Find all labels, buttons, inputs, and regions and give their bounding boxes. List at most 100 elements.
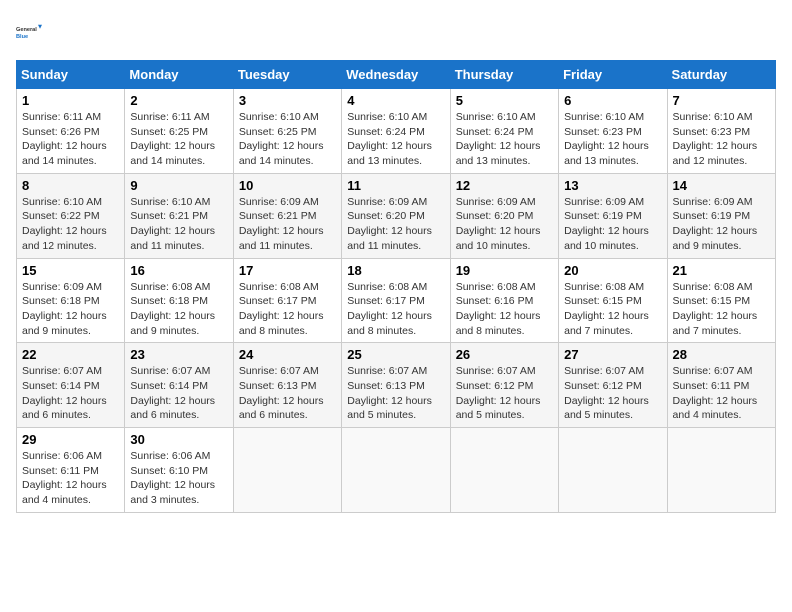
day-info: Sunrise: 6:07 AMSunset: 6:13 PMDaylight:…	[347, 364, 444, 423]
day-info: Sunrise: 6:09 AMSunset: 6:20 PMDaylight:…	[456, 195, 553, 254]
day-info: Sunrise: 6:07 AMSunset: 6:13 PMDaylight:…	[239, 364, 336, 423]
calendar-cell: 23 Sunrise: 6:07 AMSunset: 6:14 PMDayligh…	[125, 343, 233, 428]
day-info: Sunrise: 6:08 AMSunset: 6:15 PMDaylight:…	[673, 280, 770, 339]
day-info: Sunrise: 6:09 AMSunset: 6:19 PMDaylight:…	[564, 195, 661, 254]
day-info: Sunrise: 6:08 AMSunset: 6:18 PMDaylight:…	[130, 280, 227, 339]
day-info: Sunrise: 6:10 AMSunset: 6:24 PMDaylight:…	[456, 110, 553, 169]
day-number: 15	[22, 263, 119, 278]
calendar-cell	[559, 428, 667, 513]
calendar-cell	[450, 428, 558, 513]
col-header-friday: Friday	[559, 61, 667, 89]
day-info: Sunrise: 6:09 AMSunset: 6:19 PMDaylight:…	[673, 195, 770, 254]
day-info: Sunrise: 6:09 AMSunset: 6:20 PMDaylight:…	[347, 195, 444, 254]
day-number: 26	[456, 347, 553, 362]
logo: GeneralBlue	[16, 16, 48, 48]
day-number: 17	[239, 263, 336, 278]
day-info: Sunrise: 6:08 AMSunset: 6:17 PMDaylight:…	[239, 280, 336, 339]
calendar-cell: 27 Sunrise: 6:07 AMSunset: 6:12 PMDayligh…	[559, 343, 667, 428]
day-number: 13	[564, 178, 661, 193]
calendar-cell: 11 Sunrise: 6:09 AMSunset: 6:20 PMDayligh…	[342, 173, 450, 258]
day-info: Sunrise: 6:07 AMSunset: 6:11 PMDaylight:…	[673, 364, 770, 423]
col-header-sunday: Sunday	[17, 61, 125, 89]
day-info: Sunrise: 6:07 AMSunset: 6:14 PMDaylight:…	[22, 364, 119, 423]
calendar-cell: 5 Sunrise: 6:10 AMSunset: 6:24 PMDaylight…	[450, 89, 558, 174]
calendar-cell: 24 Sunrise: 6:07 AMSunset: 6:13 PMDayligh…	[233, 343, 341, 428]
calendar-cell: 8 Sunrise: 6:10 AMSunset: 6:22 PMDaylight…	[17, 173, 125, 258]
day-number: 25	[347, 347, 444, 362]
day-info: Sunrise: 6:08 AMSunset: 6:16 PMDaylight:…	[456, 280, 553, 339]
day-number: 22	[22, 347, 119, 362]
day-number: 16	[130, 263, 227, 278]
calendar-cell: 18Sunrise: 6:08 AMSunset: 6:17 PMDayligh…	[342, 258, 450, 343]
day-number: 24	[239, 347, 336, 362]
day-number: 2	[130, 93, 227, 108]
calendar-cell: 21 Sunrise: 6:08 AMSunset: 6:15 PMDayligh…	[667, 258, 775, 343]
day-info: Sunrise: 6:10 AMSunset: 6:21 PMDaylight:…	[130, 195, 227, 254]
day-number: 28	[673, 347, 770, 362]
day-number: 8	[22, 178, 119, 193]
day-number: 3	[239, 93, 336, 108]
day-info: Sunrise: 6:10 AMSunset: 6:25 PMDaylight:…	[239, 110, 336, 169]
calendar-cell: 13 Sunrise: 6:09 AMSunset: 6:19 PMDayligh…	[559, 173, 667, 258]
calendar-cell	[342, 428, 450, 513]
calendar-cell: 10Sunrise: 6:09 AMSunset: 6:21 PMDayligh…	[233, 173, 341, 258]
day-info: Sunrise: 6:07 AMSunset: 6:12 PMDaylight:…	[564, 364, 661, 423]
svg-text:General: General	[16, 27, 37, 33]
day-number: 21	[673, 263, 770, 278]
calendar-week-5: 29Sunrise: 6:06 AMSunset: 6:11 PMDayligh…	[17, 428, 776, 513]
calendar-cell: 28 Sunrise: 6:07 AMSunset: 6:11 PMDayligh…	[667, 343, 775, 428]
day-info: Sunrise: 6:06 AMSunset: 6:11 PMDaylight:…	[22, 449, 119, 508]
day-number: 10	[239, 178, 336, 193]
calendar-cell: 7 Sunrise: 6:10 AMSunset: 6:23 PMDaylight…	[667, 89, 775, 174]
day-number: 1	[22, 93, 119, 108]
day-number: 23	[130, 347, 227, 362]
calendar-week-1: 1 Sunrise: 6:11 AMSunset: 6:26 PMDaylight…	[17, 89, 776, 174]
day-number: 9	[130, 178, 227, 193]
day-info: Sunrise: 6:10 AMSunset: 6:24 PMDaylight:…	[347, 110, 444, 169]
calendar-cell: 4Sunrise: 6:10 AMSunset: 6:24 PMDaylight…	[342, 89, 450, 174]
day-info: Sunrise: 6:09 AMSunset: 6:18 PMDaylight:…	[22, 280, 119, 339]
day-info: Sunrise: 6:10 AMSunset: 6:22 PMDaylight:…	[22, 195, 119, 254]
calendar-cell: 15 Sunrise: 6:09 AMSunset: 6:18 PMDayligh…	[17, 258, 125, 343]
calendar-table: SundayMondayTuesdayWednesdayThursdayFrid…	[16, 60, 776, 513]
col-header-tuesday: Tuesday	[233, 61, 341, 89]
calendar-cell: 2 Sunrise: 6:11 AMSunset: 6:25 PMDaylight…	[125, 89, 233, 174]
calendar-cell: 9 Sunrise: 6:10 AMSunset: 6:21 PMDaylight…	[125, 173, 233, 258]
calendar-cell: 1 Sunrise: 6:11 AMSunset: 6:26 PMDaylight…	[17, 89, 125, 174]
day-info: Sunrise: 6:10 AMSunset: 6:23 PMDaylight:…	[673, 110, 770, 169]
calendar-cell: 25 Sunrise: 6:07 AMSunset: 6:13 PMDayligh…	[342, 343, 450, 428]
calendar-cell: 3 Sunrise: 6:10 AMSunset: 6:25 PMDaylight…	[233, 89, 341, 174]
day-number: 5	[456, 93, 553, 108]
calendar-cell: 6Sunrise: 6:10 AMSunset: 6:23 PMDaylight…	[559, 89, 667, 174]
day-number: 7	[673, 93, 770, 108]
day-number: 11	[347, 178, 444, 193]
day-number: 14	[673, 178, 770, 193]
calendar-cell: 14 Sunrise: 6:09 AMSunset: 6:19 PMDayligh…	[667, 173, 775, 258]
day-info: Sunrise: 6:10 AMSunset: 6:23 PMDaylight:…	[564, 110, 661, 169]
day-number: 18	[347, 263, 444, 278]
calendar-cell: 19Sunrise: 6:08 AMSunset: 6:16 PMDayligh…	[450, 258, 558, 343]
page-header: GeneralBlue	[16, 16, 776, 48]
day-number: 27	[564, 347, 661, 362]
day-info: Sunrise: 6:11 AMSunset: 6:25 PMDaylight:…	[130, 110, 227, 169]
day-info: Sunrise: 6:08 AMSunset: 6:15 PMDaylight:…	[564, 280, 661, 339]
col-header-saturday: Saturday	[667, 61, 775, 89]
calendar-cell: 17 Sunrise: 6:08 AMSunset: 6:17 PMDayligh…	[233, 258, 341, 343]
calendar-cell: 22 Sunrise: 6:07 AMSunset: 6:14 PMDayligh…	[17, 343, 125, 428]
day-info: Sunrise: 6:07 AMSunset: 6:14 PMDaylight:…	[130, 364, 227, 423]
day-info: Sunrise: 6:06 AMSunset: 6:10 PMDaylight:…	[130, 449, 227, 508]
calendar-week-2: 8 Sunrise: 6:10 AMSunset: 6:22 PMDaylight…	[17, 173, 776, 258]
day-number: 20	[564, 263, 661, 278]
calendar-header: SundayMondayTuesdayWednesdayThursdayFrid…	[17, 61, 776, 89]
day-number: 12	[456, 178, 553, 193]
logo-icon: GeneralBlue	[16, 16, 48, 48]
col-header-thursday: Thursday	[450, 61, 558, 89]
day-info: Sunrise: 6:11 AMSunset: 6:26 PMDaylight:…	[22, 110, 119, 169]
svg-text:Blue: Blue	[16, 34, 28, 40]
calendar-week-4: 22 Sunrise: 6:07 AMSunset: 6:14 PMDayligh…	[17, 343, 776, 428]
calendar-cell: 12 Sunrise: 6:09 AMSunset: 6:20 PMDayligh…	[450, 173, 558, 258]
col-header-monday: Monday	[125, 61, 233, 89]
calendar-cell	[233, 428, 341, 513]
calendar-cell: 16 Sunrise: 6:08 AMSunset: 6:18 PMDayligh…	[125, 258, 233, 343]
calendar-cell: 29Sunrise: 6:06 AMSunset: 6:11 PMDayligh…	[17, 428, 125, 513]
